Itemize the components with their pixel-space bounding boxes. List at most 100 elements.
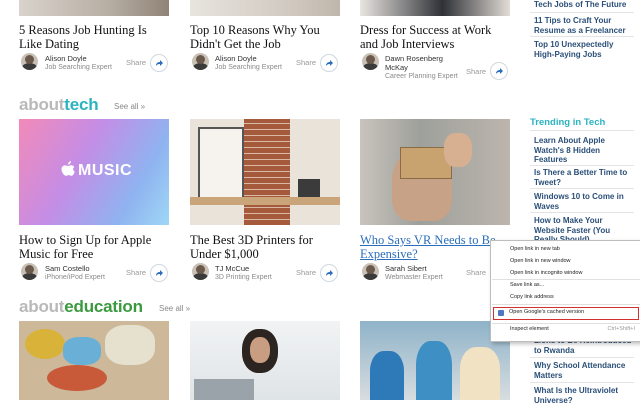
menu-separator [492,323,640,324]
avatar [21,53,38,70]
sidebar-link-resume-freelancer[interactable]: 11 Tips to Craft Your Resume as a Freelan… [534,16,634,35]
article-image-job-hunting[interactable] [19,0,169,16]
google-cache-icon [498,310,504,316]
menu-item-copy-link[interactable]: Copy link address [510,294,554,300]
share-label: Share [296,268,317,277]
share-button[interactable] [320,264,338,282]
sidebar-divider [530,188,634,189]
see-all-link[interactable]: See all » [114,102,145,111]
sidebar-link-tech-jobs[interactable]: Tech Jobs of The Future [534,0,634,10]
author-role: Webmaster Expert [385,274,443,281]
menu-item-open-incognito[interactable]: Open link in incognito window [510,270,582,276]
section-about-word: about [19,95,65,114]
image-printer [298,179,320,197]
share-arrow-icon [496,68,503,74]
sidebar-divider [530,165,634,166]
article-image-dress-for-success[interactable] [360,0,510,16]
menu-shortcut: Ctrl+Shift+I [607,326,635,332]
author-name[interactable]: Sarah Sibert [385,264,427,273]
image-puppet-c [105,325,155,365]
share-button[interactable] [150,54,168,72]
image-student-b [416,341,452,400]
image-brick-wall [244,119,290,225]
image-woman-face [250,337,270,363]
author-role: Career Planning Expert [385,73,458,80]
article-title-3d-printers[interactable]: The Best 3D Printers for Under $1,000 [190,233,313,261]
share-label: Share [126,268,147,277]
share-button[interactable] [490,62,508,80]
sidebar-divider [530,357,634,358]
sidebar-divider [530,130,634,131]
article-image-3d-printers[interactable] [190,119,340,225]
sidebar-link-school-attendance[interactable]: Why School Attendance Matters [534,361,634,380]
image-hand [444,133,472,167]
share-arrow-icon [326,270,333,276]
sidebar-link-high-paying-jobs[interactable]: Top 10 Unexpectedly High-Paying Jobs [534,40,634,59]
menu-item-inspect-element[interactable]: Inspect element [510,326,549,332]
menu-item-label: Open Google's cached version [509,309,585,315]
menu-separator [492,304,640,305]
article-image-apple-music[interactable]: MUSIC [19,119,169,225]
article-title-dress-for-success[interactable]: Dress for Success at Work and Job Intervi… [360,23,491,51]
image-laptop [194,379,254,400]
sidebar-divider [530,12,634,13]
sidebar-divider [530,382,634,383]
image-student-c [460,347,500,400]
author-role: Job Searching Expert [215,64,282,71]
article-title-didnt-get-job[interactable]: Top 10 Reasons Why You Didn't Get the Job [190,23,320,51]
author-name[interactable]: TJ McCue [215,264,249,273]
author-role: Job Searching Expert [45,64,112,71]
share-arrow-icon [156,270,163,276]
menu-item-save-link[interactable]: Save link as... [510,282,544,288]
image-puppet-b [63,337,101,365]
share-label: Share [126,58,147,67]
menu-item-cached-version[interactable]: Open Google's cached version [493,307,639,320]
share-button[interactable] [320,54,338,72]
avatar [362,53,379,70]
image-puppet-a [25,329,65,359]
sidebar-divider [530,212,634,213]
sidebar-link-apple-watch[interactable]: Learn About Apple Watch's 8 Hidden Feature… [534,136,634,165]
author-role: 3D Printing Expert [215,274,272,281]
article-title-vr-link[interactable]: Who Says VR Needs to Be Expensive? [360,233,496,261]
section-heading-education[interactable]: abouteducation [19,297,143,317]
sidebar-link-tweet-time[interactable]: Is There a Better Time to Tweet? [534,168,634,187]
avatar [192,53,209,70]
context-menu: Open link in new tab Open link in new wi… [490,240,640,342]
share-label: Share [466,67,487,76]
article-image-paper-puppets[interactable] [19,321,169,400]
share-button[interactable] [150,264,168,282]
menu-separator [492,279,640,280]
sidebar-link-ultraviolet[interactable]: What Is the Ultraviolet Universe? [534,386,634,405]
article-image-woman-laptop[interactable] [190,321,340,400]
avatar [362,263,379,280]
author-name[interactable]: Alison Doyle [45,54,87,63]
section-heading-tech[interactable]: abouttech [19,95,99,115]
menu-item-open-new-window[interactable]: Open link in new window [510,258,571,264]
see-all-link[interactable]: See all » [159,304,190,313]
apple-music-logo-text: MUSIC [78,162,133,179]
author-role: iPhone/iPod Expert [45,274,105,281]
share-arrow-icon [326,60,333,66]
sidebar-link-windows-10[interactable]: Windows 10 to Come in Waves [534,192,634,211]
author-name[interactable]: Alison Doyle [215,54,257,63]
share-label: Share [466,268,487,277]
menu-item-open-new-tab[interactable]: Open link in new tab [510,246,560,252]
author-name[interactable]: Sam Costello [45,264,90,273]
avatar [21,263,38,280]
image-desk [190,197,340,205]
article-title-apple-music[interactable]: How to Sign Up for Apple Music for Free [19,233,151,261]
article-image-didnt-get-job[interactable] [190,0,340,16]
avatar [192,263,209,280]
image-window [198,127,244,201]
article-image-vr[interactable] [360,119,510,225]
section-topic-word: tech [64,95,99,114]
image-puppet-d [47,365,107,391]
article-title-job-hunting[interactable]: 5 Reasons Job Hunting Is Like Dating [19,23,147,51]
article-image-students-cheering[interactable] [360,321,510,400]
section-topic-word: education [64,297,143,316]
author-name[interactable]: Dawn Rosenberg McKay [385,54,443,72]
share-arrow-icon [156,60,163,66]
sidebar-divider [530,36,634,37]
apple-logo-icon [61,161,75,176]
